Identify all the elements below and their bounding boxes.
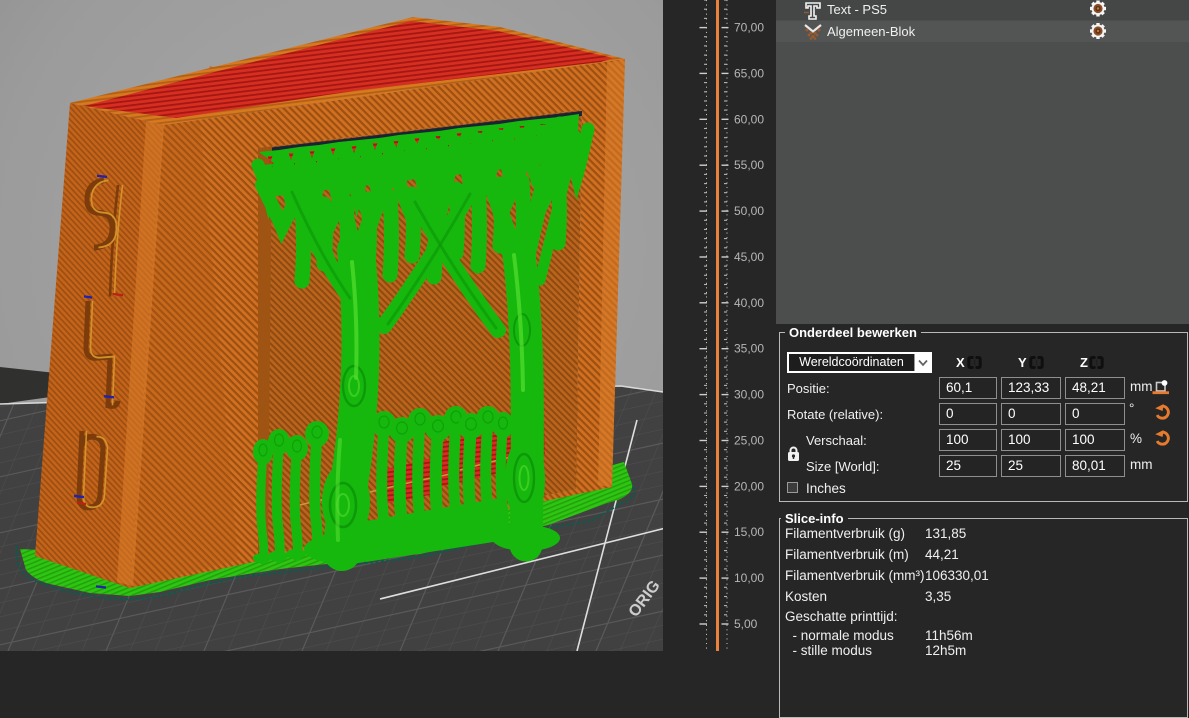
svg-text:25,00: 25,00 [734,434,764,448]
svg-text:50,00: 50,00 [734,204,764,218]
svg-text:10,00: 10,00 [734,571,764,585]
svg-text:70,00: 70,00 [734,21,764,35]
svg-text:5,00: 5,00 [734,617,758,631]
svg-text:35,00: 35,00 [734,342,764,356]
svg-text:45,00: 45,00 [734,250,764,264]
svg-text:20,00: 20,00 [734,479,764,493]
svg-text:60,00: 60,00 [734,112,764,126]
svg-text:40,00: 40,00 [734,296,764,310]
svg-text:55,00: 55,00 [734,158,764,172]
svg-text:65,00: 65,00 [734,66,764,80]
svg-text:30,00: 30,00 [734,388,764,402]
svg-text:15,00: 15,00 [734,525,764,539]
